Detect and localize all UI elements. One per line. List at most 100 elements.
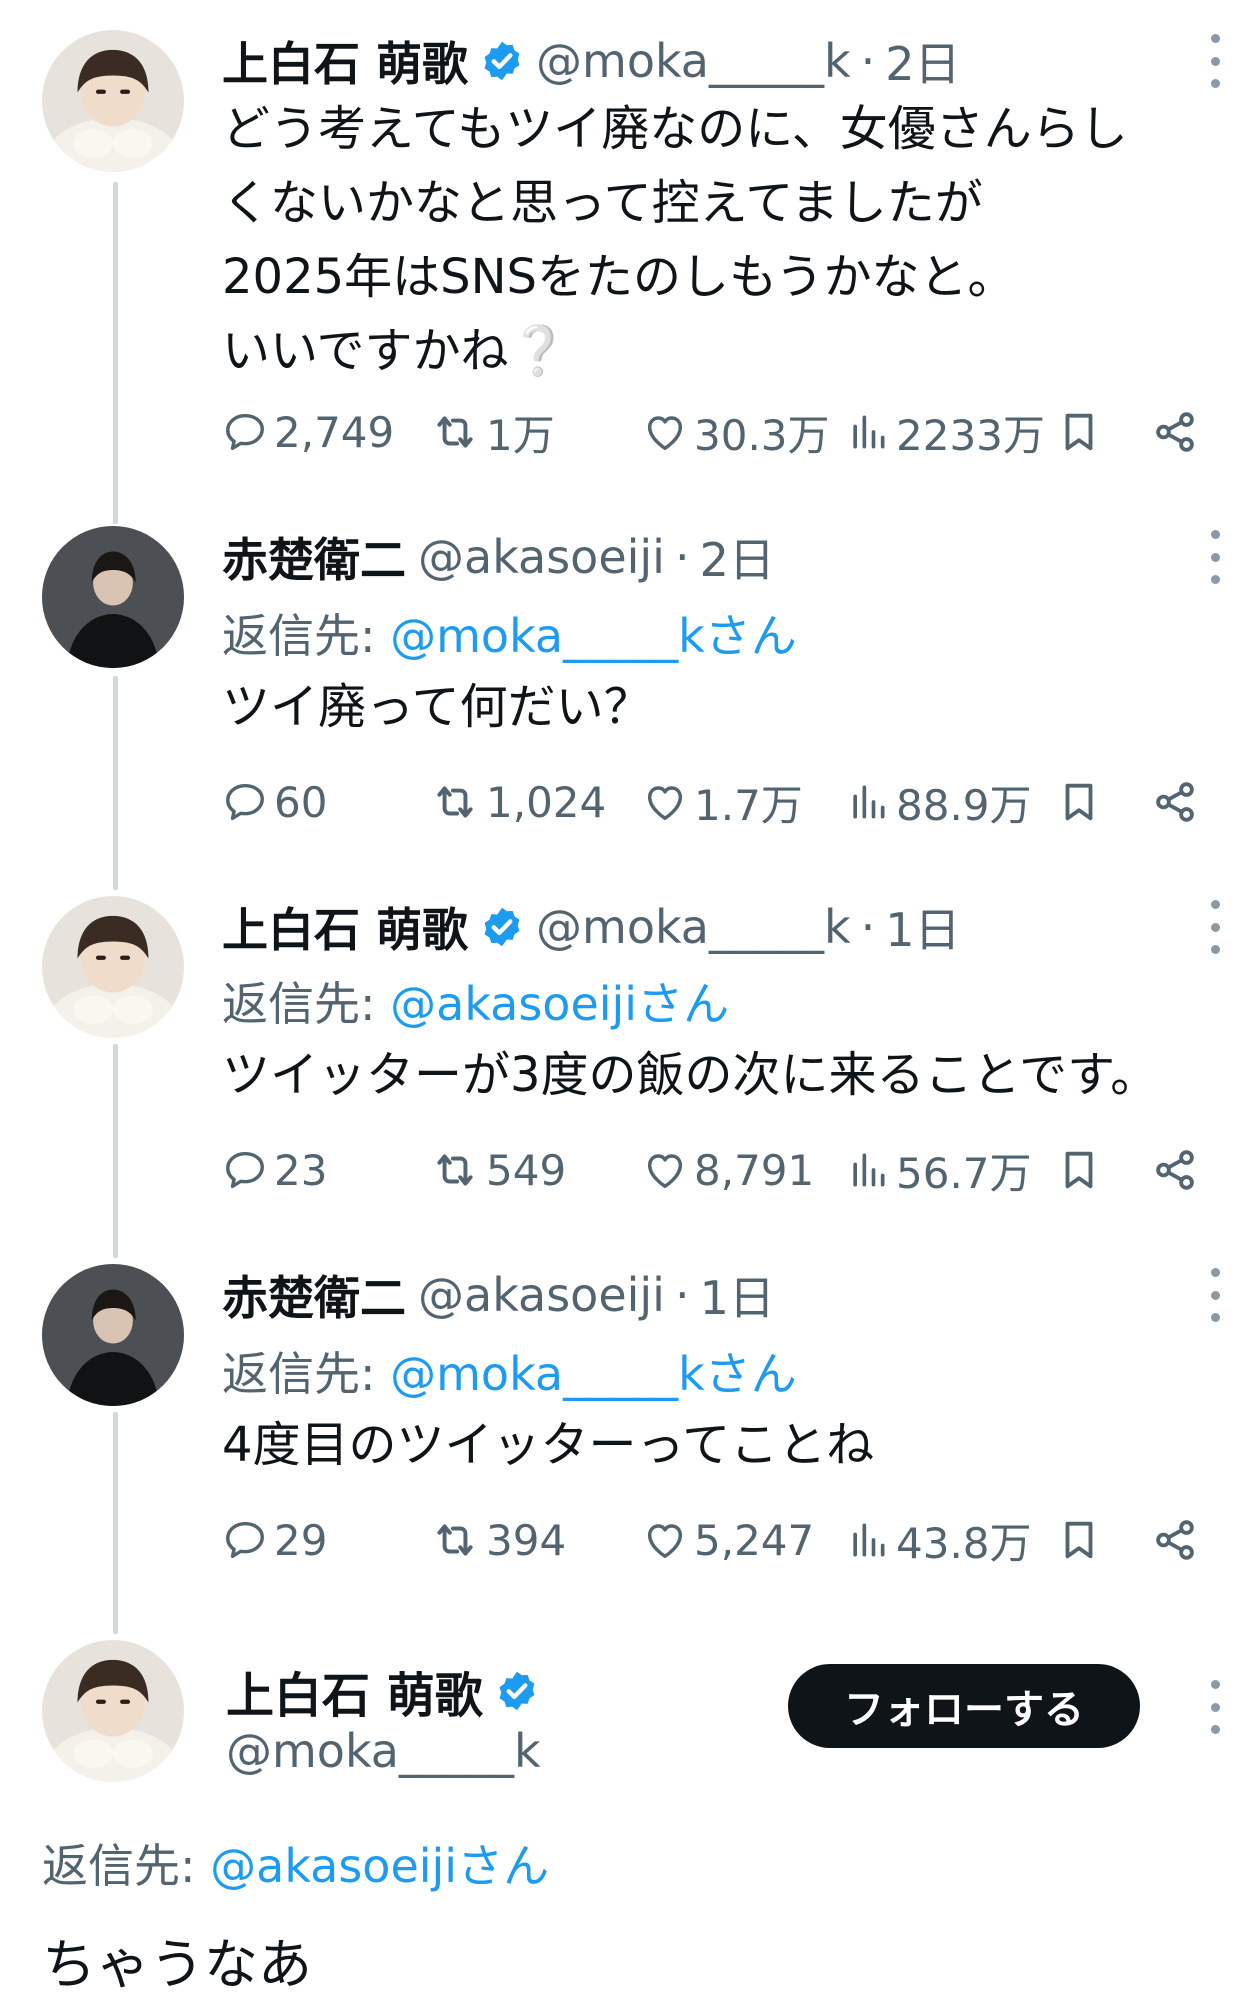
like-icon bbox=[642, 409, 688, 455]
share-icon bbox=[1152, 1517, 1198, 1563]
more-icon[interactable] bbox=[1203, 1680, 1227, 1734]
timestamp[interactable]: 2日 bbox=[700, 524, 775, 590]
retweet-icon bbox=[430, 407, 480, 457]
like-count: 30.3万 bbox=[694, 410, 830, 460]
like-icon bbox=[642, 779, 688, 825]
bookmark-button[interactable] bbox=[1056, 772, 1102, 832]
reply-button[interactable]: 29 bbox=[222, 1510, 327, 1570]
retweet-count: 1,024 bbox=[486, 777, 607, 827]
verified-badge-icon bbox=[480, 39, 524, 83]
share-icon bbox=[1152, 1147, 1198, 1193]
like-count: 1.7万 bbox=[694, 780, 803, 830]
bookmark-icon bbox=[1056, 409, 1102, 455]
views-icon bbox=[846, 780, 890, 824]
view-count: 2233万 bbox=[896, 410, 1045, 460]
views-button[interactable]: 88.9万 bbox=[846, 772, 1032, 832]
replying-to: 返信先: @moka_____kさん bbox=[222, 600, 797, 666]
follow-button[interactable]: フォローする bbox=[788, 1664, 1140, 1748]
view-count: 88.9万 bbox=[896, 780, 1032, 830]
view-count: 56.7万 bbox=[896, 1148, 1032, 1198]
avatar[interactable] bbox=[42, 896, 184, 1038]
reply-button[interactable]: 23 bbox=[222, 1140, 327, 1200]
share-icon bbox=[1152, 779, 1198, 825]
like-icon bbox=[642, 1147, 688, 1193]
user-handle[interactable]: @moka_____k bbox=[226, 1724, 541, 1778]
verified-badge-icon bbox=[480, 905, 524, 949]
reply-count: 60 bbox=[274, 777, 328, 827]
retweet-count: 394 bbox=[486, 1515, 567, 1565]
views-button[interactable]: 2233万 bbox=[846, 402, 1045, 462]
tweet-text: 4度目のツイッターってことね bbox=[222, 1417, 875, 1473]
replying-to-label: 返信先: bbox=[222, 1347, 391, 1401]
share-icon bbox=[1152, 409, 1198, 455]
bookmark-button[interactable] bbox=[1056, 1140, 1102, 1200]
like-button[interactable]: 5,247 bbox=[642, 1510, 814, 1570]
views-icon bbox=[846, 410, 890, 454]
mention-link[interactable]: @moka_____kさん bbox=[390, 1347, 797, 1401]
bookmark-button[interactable] bbox=[1056, 1510, 1102, 1570]
timestamp[interactable]: 2日 bbox=[885, 28, 960, 94]
user-handle[interactable]: @moka_____k bbox=[536, 34, 851, 88]
replying-to: 返信先: @akasoeijiさん bbox=[222, 968, 729, 1034]
thread-line bbox=[113, 182, 118, 524]
bookmark-icon bbox=[1056, 779, 1102, 825]
avatar[interactable] bbox=[42, 30, 184, 172]
display-name[interactable]: 上白石 萌歌 bbox=[222, 28, 468, 94]
reply-button[interactable]: 60 bbox=[222, 772, 327, 832]
tweet-text: ツイッターが3度の飯の次に来ることです。 bbox=[222, 1047, 1159, 1103]
avatar[interactable] bbox=[42, 526, 184, 668]
bookmark-icon bbox=[1056, 1517, 1102, 1563]
share-button[interactable] bbox=[1152, 772, 1198, 832]
views-button[interactable]: 56.7万 bbox=[846, 1140, 1032, 1200]
retweet-button[interactable]: 1,024 bbox=[430, 772, 606, 832]
retweet-icon bbox=[430, 777, 480, 827]
bookmark-button[interactable] bbox=[1056, 402, 1102, 462]
reply-button[interactable]: 2,749 bbox=[222, 402, 394, 462]
more-icon[interactable] bbox=[1203, 900, 1227, 954]
like-icon bbox=[642, 1517, 688, 1563]
share-button[interactable] bbox=[1152, 1510, 1198, 1570]
thread-line bbox=[113, 1044, 118, 1258]
focused-author: 上白石 萌歌 bbox=[226, 1656, 539, 1726]
verified-badge-icon bbox=[495, 1669, 539, 1713]
views-icon bbox=[846, 1518, 890, 1562]
mention-link[interactable]: @akasoeijiさん bbox=[390, 977, 729, 1031]
reply-icon bbox=[222, 1517, 268, 1563]
like-button[interactable]: 8,791 bbox=[642, 1140, 814, 1200]
separator-dot: · bbox=[674, 1268, 690, 1322]
mention-link[interactable]: @moka_____kさん bbox=[390, 609, 797, 663]
retweet-button[interactable]: 394 bbox=[430, 1510, 566, 1570]
user-handle[interactable]: @akasoeiji bbox=[418, 530, 665, 584]
timestamp[interactable]: 1日 bbox=[700, 1262, 775, 1328]
user-handle[interactable]: @moka_____k bbox=[536, 900, 851, 954]
more-icon[interactable] bbox=[1203, 1268, 1227, 1322]
more-icon[interactable] bbox=[1203, 34, 1227, 88]
thread-line bbox=[113, 1412, 118, 1634]
replying-to-label: 返信先: bbox=[222, 609, 391, 663]
bookmark-icon bbox=[1056, 1147, 1102, 1193]
replying-to: 返信先: @akasoeijiさん bbox=[42, 1830, 549, 1896]
display-name[interactable]: 赤楚衛二 bbox=[222, 524, 406, 590]
like-count: 8,791 bbox=[694, 1145, 815, 1195]
retweet-count: 549 bbox=[486, 1145, 567, 1195]
display-name[interactable]: 上白石 萌歌 bbox=[226, 1656, 483, 1726]
share-button[interactable] bbox=[1152, 402, 1198, 462]
avatar[interactable] bbox=[42, 1640, 184, 1782]
like-button[interactable]: 30.3万 bbox=[642, 402, 830, 462]
separator-dot: · bbox=[674, 530, 690, 584]
more-icon[interactable] bbox=[1203, 530, 1227, 584]
retweet-button[interactable]: 549 bbox=[430, 1140, 566, 1200]
mention-link[interactable]: @akasoeijiさん bbox=[210, 1839, 549, 1893]
views-button[interactable]: 43.8万 bbox=[846, 1510, 1032, 1570]
user-handle[interactable]: @akasoeiji bbox=[418, 1268, 665, 1322]
like-button[interactable]: 1.7万 bbox=[642, 772, 803, 832]
thread-line bbox=[113, 676, 118, 890]
timestamp[interactable]: 1日 bbox=[885, 894, 960, 960]
tweet-actions: 23 549 8,791 56.7万 bbox=[222, 1140, 1210, 1200]
display-name[interactable]: 上白石 萌歌 bbox=[222, 894, 468, 960]
tweet-actions: 60 1,024 1.7万 88.9万 bbox=[222, 772, 1210, 832]
retweet-button[interactable]: 1万 bbox=[430, 402, 555, 462]
display-name[interactable]: 赤楚衛二 bbox=[222, 1262, 406, 1328]
share-button[interactable] bbox=[1152, 1140, 1198, 1200]
avatar[interactable] bbox=[42, 1264, 184, 1406]
